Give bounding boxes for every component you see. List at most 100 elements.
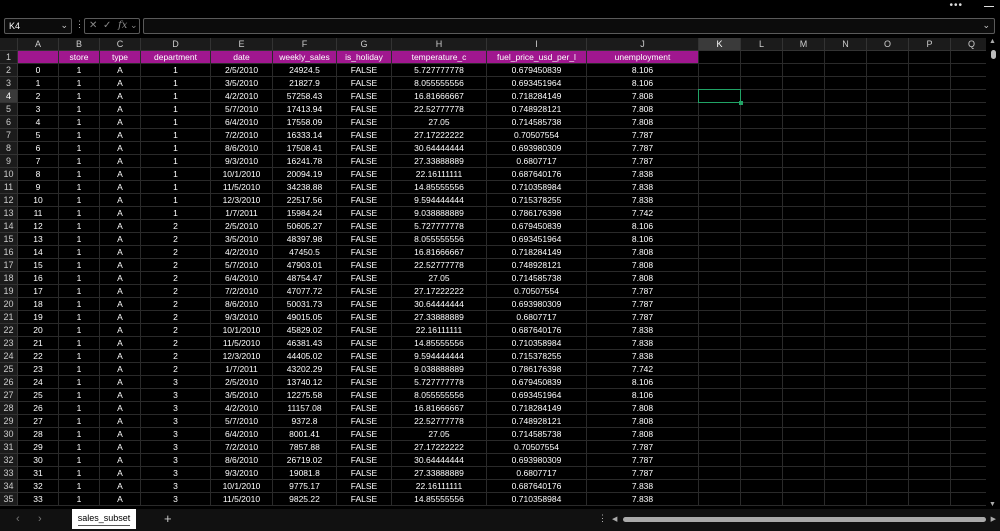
table-cell[interactable]: 0.710358984 — [487, 337, 587, 350]
table-cell[interactable] — [825, 389, 867, 402]
table-cell[interactable] — [699, 246, 741, 259]
row-header-35[interactable]: 35 — [0, 493, 18, 506]
table-cell[interactable]: 18 — [18, 298, 59, 311]
table-cell[interactable] — [951, 324, 986, 337]
header-cell[interactable]: date — [211, 51, 273, 64]
table-cell[interactable]: 1 — [59, 337, 100, 350]
table-cell[interactable] — [909, 246, 951, 259]
table-cell[interactable]: 7857.88 — [273, 441, 337, 454]
table-cell[interactable]: 21827.9 — [273, 77, 337, 90]
header-cell[interactable]: is_holiday — [337, 51, 392, 64]
header-cell[interactable] — [699, 51, 741, 64]
table-cell[interactable]: 11157.08 — [273, 402, 337, 415]
table-cell[interactable] — [699, 259, 741, 272]
table-cell[interactable] — [699, 350, 741, 363]
table-cell[interactable]: 11/5/2010 — [211, 337, 273, 350]
table-cell[interactable] — [699, 103, 741, 116]
table-cell[interactable] — [741, 233, 783, 246]
table-cell[interactable]: 8/6/2010 — [211, 454, 273, 467]
table-cell[interactable]: FALSE — [337, 363, 392, 376]
chevron-down-icon[interactable]: ⌄ — [130, 20, 138, 31]
column-header-k[interactable]: K — [699, 38, 741, 51]
table-cell[interactable]: 5.727777778 — [392, 220, 487, 233]
table-cell[interactable]: 50031.73 — [273, 298, 337, 311]
table-cell[interactable]: 8.055555556 — [392, 389, 487, 402]
table-cell[interactable] — [699, 480, 741, 493]
table-cell[interactable]: 14 — [18, 246, 59, 259]
table-cell[interactable]: FALSE — [337, 246, 392, 259]
table-cell[interactable] — [867, 389, 909, 402]
row-header-30[interactable]: 30 — [0, 428, 18, 441]
column-header-c[interactable]: C — [100, 38, 141, 51]
table-cell[interactable]: 27.17222222 — [392, 129, 487, 142]
table-cell[interactable] — [951, 480, 986, 493]
table-cell[interactable] — [951, 337, 986, 350]
table-cell[interactable]: A — [100, 168, 141, 181]
table-cell[interactable] — [951, 168, 986, 181]
table-cell[interactable] — [825, 324, 867, 337]
table-cell[interactable]: 0.70507554 — [487, 129, 587, 142]
table-cell[interactable] — [699, 168, 741, 181]
table-cell[interactable] — [699, 207, 741, 220]
table-cell[interactable]: A — [100, 259, 141, 272]
table-cell[interactable]: FALSE — [337, 298, 392, 311]
table-cell[interactable] — [909, 480, 951, 493]
table-cell[interactable]: 7.808 — [587, 259, 699, 272]
table-cell[interactable]: 2/5/2010 — [211, 220, 273, 233]
table-cell[interactable]: 22.52777778 — [392, 415, 487, 428]
table-cell[interactable] — [909, 428, 951, 441]
table-cell[interactable]: 21 — [18, 337, 59, 350]
table-cell[interactable] — [699, 129, 741, 142]
table-cell[interactable]: 3 — [141, 454, 211, 467]
table-cell[interactable] — [741, 259, 783, 272]
table-cell[interactable] — [783, 493, 825, 506]
table-cell[interactable] — [951, 415, 986, 428]
table-cell[interactable] — [741, 246, 783, 259]
table-cell[interactable] — [867, 181, 909, 194]
table-cell[interactable] — [699, 441, 741, 454]
table-cell[interactable]: 1 — [18, 77, 59, 90]
table-cell[interactable]: 1 — [59, 454, 100, 467]
table-cell[interactable] — [951, 298, 986, 311]
table-cell[interactable]: 12/3/2010 — [211, 350, 273, 363]
table-cell[interactable]: 22.16111111 — [392, 324, 487, 337]
horizontal-scroll-thumb[interactable] — [623, 517, 986, 522]
table-cell[interactable] — [699, 363, 741, 376]
table-cell[interactable]: 1 — [59, 298, 100, 311]
table-cell[interactable]: 25 — [18, 389, 59, 402]
table-cell[interactable]: 1 — [141, 181, 211, 194]
table-cell[interactable]: 7.838 — [587, 350, 699, 363]
table-cell[interactable]: 0.70507554 — [487, 285, 587, 298]
table-cell[interactable] — [909, 259, 951, 272]
table-cell[interactable]: 24 — [18, 376, 59, 389]
table-cell[interactable]: A — [100, 467, 141, 480]
table-cell[interactable]: A — [100, 480, 141, 493]
row-header-19[interactable]: 19 — [0, 285, 18, 298]
table-cell[interactable] — [741, 285, 783, 298]
table-cell[interactable] — [909, 64, 951, 77]
table-cell[interactable]: 7.787 — [587, 129, 699, 142]
table-cell[interactable] — [909, 129, 951, 142]
table-cell[interactable]: A — [100, 103, 141, 116]
table-cell[interactable] — [867, 441, 909, 454]
table-cell[interactable]: A — [100, 90, 141, 103]
table-cell[interactable]: 0.714585738 — [487, 272, 587, 285]
table-cell[interactable]: 1/7/2011 — [211, 207, 273, 220]
table-cell[interactable] — [951, 90, 986, 103]
table-cell[interactable] — [867, 376, 909, 389]
table-cell[interactable]: 15 — [18, 259, 59, 272]
table-cell[interactable] — [867, 467, 909, 480]
table-cell[interactable]: 7.742 — [587, 363, 699, 376]
table-cell[interactable]: 8.106 — [587, 389, 699, 402]
table-cell[interactable] — [783, 207, 825, 220]
table-cell[interactable]: 5/7/2010 — [211, 103, 273, 116]
row-header-17[interactable]: 17 — [0, 259, 18, 272]
table-cell[interactable]: FALSE — [337, 64, 392, 77]
header-cell[interactable]: unemployment — [587, 51, 699, 64]
table-cell[interactable] — [783, 389, 825, 402]
table-cell[interactable]: 0.693980309 — [487, 454, 587, 467]
table-cell[interactable]: 1 — [59, 103, 100, 116]
table-cell[interactable]: 2 — [141, 272, 211, 285]
chevron-down-icon[interactable]: ⌄ — [60, 20, 68, 31]
table-cell[interactable]: 7.808 — [587, 246, 699, 259]
